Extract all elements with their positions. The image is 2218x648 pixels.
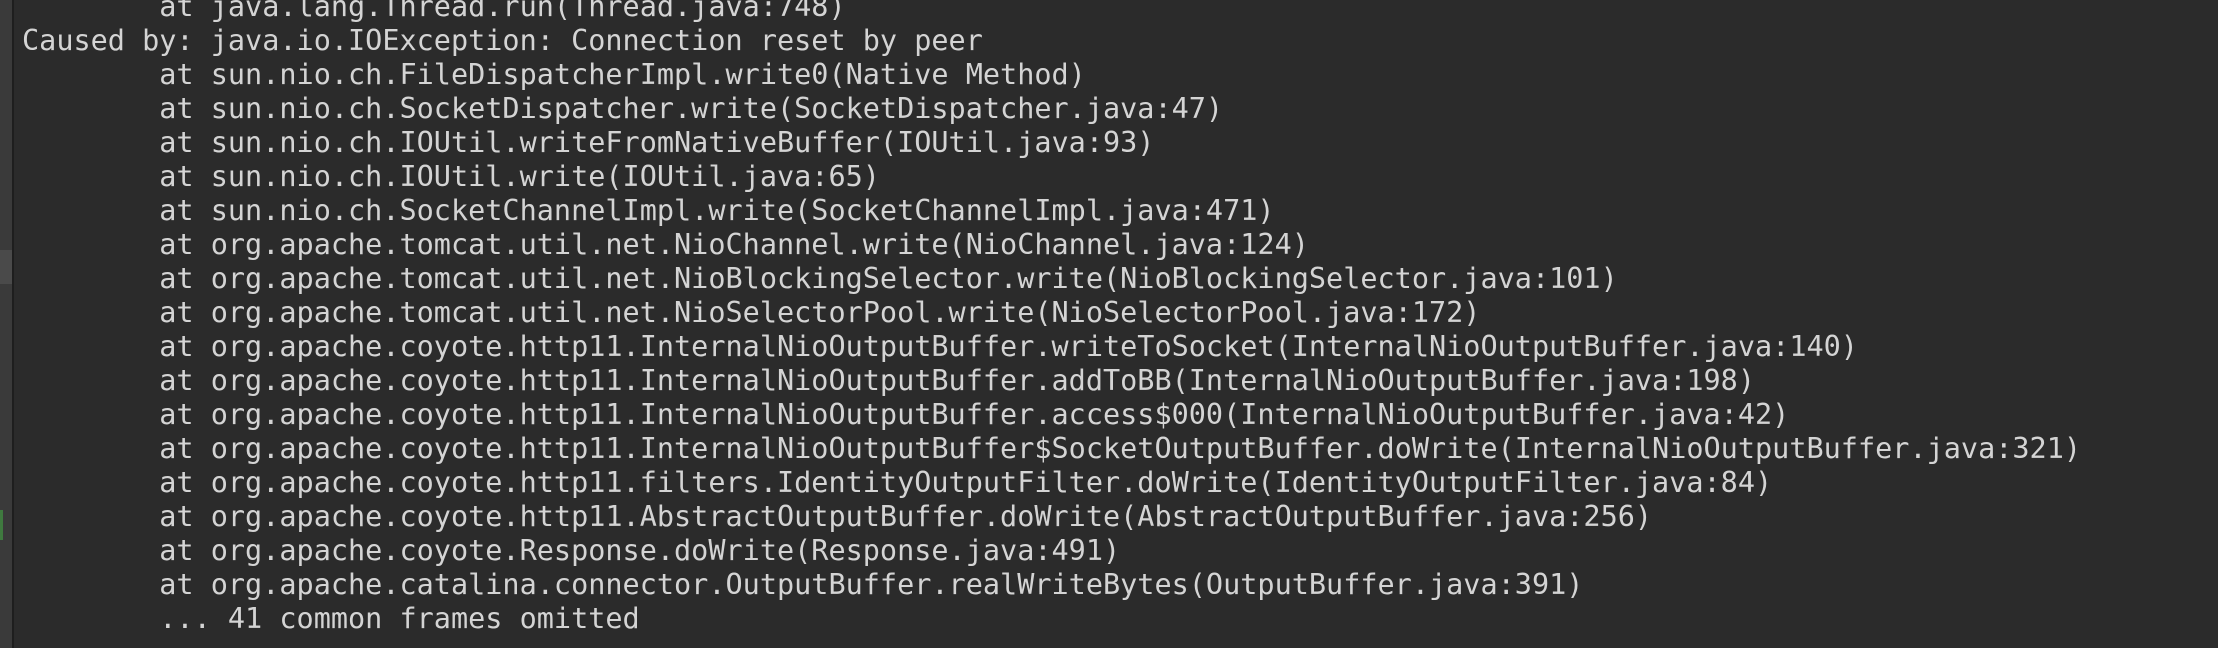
log-line: ... 41 common frames omitted [22, 602, 640, 635]
log-line: at org.apache.catalina.connector.OutputB… [22, 568, 1584, 601]
log-line: at org.apache.coyote.http11.AbstractOutp… [22, 500, 1653, 533]
log-line: at java.lang.Thread.run(Thread.java:748) [22, 0, 846, 23]
console-output[interactable]: at java.lang.Thread.run(Thread.java:748)… [22, 0, 2212, 648]
log-line: at sun.nio.ch.FileDispatcherImpl.write0(… [22, 58, 1086, 91]
log-line: at org.apache.coyote.http11.filters.Iden… [22, 466, 1773, 499]
log-line: at sun.nio.ch.SocketChannelImpl.write(So… [22, 194, 1275, 227]
log-line: Caused by: java.io.IOException: Connecti… [22, 24, 983, 57]
log-line: at org.apache.coyote.http11.InternalNioO… [22, 330, 1858, 363]
log-line: at org.apache.coyote.http11.InternalNioO… [22, 398, 1790, 431]
log-line: at sun.nio.ch.IOUtil.writeFromNativeBuff… [22, 126, 1155, 159]
editor-gutter [0, 0, 12, 648]
log-line: at org.apache.coyote.http11.InternalNioO… [22, 432, 2082, 465]
log-line: at org.apache.tomcat.util.net.NioBlockin… [22, 262, 1618, 295]
log-line: at org.apache.tomcat.util.net.NioChannel… [22, 228, 1309, 261]
gutter-change-marker [0, 510, 3, 540]
log-line: at sun.nio.ch.SocketDispatcher.write(Soc… [22, 92, 1224, 125]
gutter-marker [0, 250, 12, 284]
gutter-divider [12, 0, 14, 648]
log-line: at org.apache.coyote.Response.doWrite(Re… [22, 534, 1121, 567]
log-line: at org.apache.tomcat.util.net.NioSelecto… [22, 296, 1481, 329]
log-line: at org.apache.coyote.http11.InternalNioO… [22, 364, 1756, 397]
log-line: at sun.nio.ch.IOUtil.write(IOUtil.java:6… [22, 160, 880, 193]
